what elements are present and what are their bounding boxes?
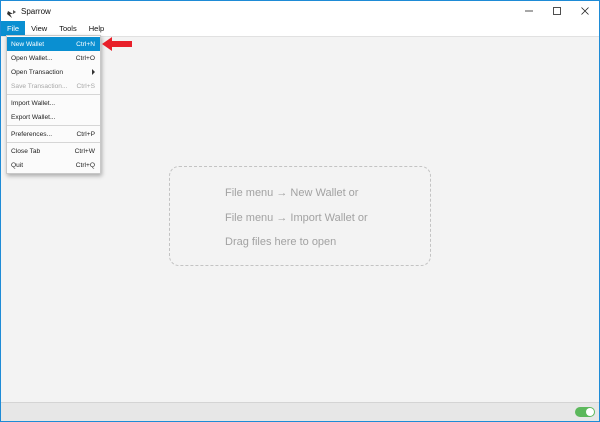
- menu-item-save-transaction: Save Transaction... Ctrl+S: [7, 79, 100, 93]
- menu-separator: [7, 94, 100, 95]
- menu-item-label: Save Transaction...: [11, 82, 68, 90]
- menu-item-open-transaction[interactable]: Open Transaction: [7, 65, 100, 79]
- menu-item-new-wallet[interactable]: New Wallet Ctrl+N: [7, 37, 100, 51]
- menu-separator: [7, 142, 100, 143]
- sparrow-logo-icon: [7, 6, 17, 18]
- title-bar[interactable]: Sparrow: [1, 1, 599, 21]
- file-menu-dropdown: New Wallet Ctrl+N Open Wallet... Ctrl+O …: [6, 35, 101, 174]
- status-bar: [1, 402, 599, 421]
- menu-separator: [7, 125, 100, 126]
- menu-item-label: Import Wallet...: [11, 99, 56, 107]
- minimize-icon: [525, 10, 533, 12]
- menu-item-shortcut: Ctrl+S: [76, 82, 95, 90]
- menu-item-label: Open Wallet...: [11, 54, 53, 62]
- menu-help[interactable]: Help: [83, 21, 110, 36]
- menu-item-label: Close Tab: [11, 147, 41, 155]
- menu-item-shortcut: Ctrl+Q: [75, 161, 95, 169]
- menu-item-close-tab[interactable]: Close Tab Ctrl+W: [7, 144, 100, 158]
- maximize-icon: [553, 7, 561, 15]
- menu-item-label: New Wallet: [11, 40, 45, 48]
- drop-zone-hint-new-wallet: File menu → New Wallet or: [225, 187, 359, 199]
- menu-file[interactable]: File: [1, 21, 26, 36]
- menu-item-shortcut: Ctrl+P: [76, 130, 95, 138]
- menu-item-shortcut: Ctrl+N: [76, 40, 95, 48]
- minimize-button[interactable]: [515, 1, 543, 21]
- annotation-arrow-icon: [102, 37, 132, 51]
- close-button[interactable]: [571, 1, 599, 21]
- menu-item-shortcut: Ctrl+O: [75, 54, 95, 62]
- menu-tools[interactable]: Tools: [53, 21, 83, 36]
- drop-zone-hint-drag-files: Drag files here to open: [225, 236, 337, 248]
- menu-item-quit[interactable]: Quit Ctrl+Q: [7, 158, 100, 172]
- menu-view[interactable]: View: [25, 21, 53, 36]
- menu-item-open-wallet[interactable]: Open Wallet... Ctrl+O: [7, 51, 100, 65]
- menu-item-label: Export Wallet...: [11, 113, 56, 121]
- drop-zone[interactable]: File menu → New Wallet or File menu → Im…: [169, 166, 431, 266]
- submenu-arrow-icon: [92, 69, 95, 75]
- drop-zone-hint-import-wallet: File menu → Import Wallet or: [225, 212, 368, 224]
- menu-item-label: Quit: [11, 161, 24, 169]
- window-title: Sparrow: [21, 6, 51, 16]
- window-controls: [515, 1, 599, 21]
- toggle-knob: [586, 408, 594, 416]
- menu-item-label: Preferences...: [11, 130, 53, 138]
- maximize-button[interactable]: [543, 1, 571, 21]
- menu-item-shortcut: Ctrl+W: [74, 147, 95, 155]
- menu-item-export-wallet[interactable]: Export Wallet...: [7, 110, 100, 124]
- close-icon: [581, 7, 589, 15]
- connection-toggle[interactable]: [575, 407, 595, 417]
- menu-item-label: Open Transaction: [11, 68, 64, 76]
- menu-item-import-wallet[interactable]: Import Wallet...: [7, 96, 100, 110]
- menu-item-preferences[interactable]: Preferences... Ctrl+P: [7, 127, 100, 141]
